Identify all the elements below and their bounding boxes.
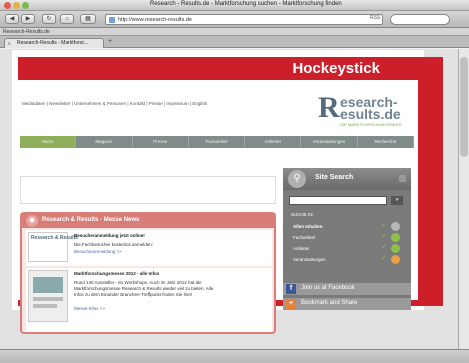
facebook-icon: f: [286, 284, 296, 294]
logo-line2: esults.de: [340, 106, 401, 122]
messe-news-box: ✺ Research & Results - Messe News Resear…: [20, 212, 276, 334]
news-headline[interactable]: Marktforschungsmesse 2012 - alle Infos: [74, 271, 159, 276]
news-link[interactable]: Besucheranmeldung >>: [74, 249, 122, 254]
option-dot-icon[interactable]: [391, 244, 400, 253]
back-button[interactable]: ◀: [5, 14, 19, 24]
title-bar: Research - Results.de - Marktforschung s…: [0, 0, 469, 11]
news-text-line: Infos zu dem Einander Branchen-Treffpunk…: [74, 292, 193, 297]
zoom-window-icon[interactable]: [22, 2, 29, 9]
tab-bar: x Research-Results - Marktforsc... +: [0, 36, 469, 48]
site-search-title: Site Search: [315, 174, 354, 181]
search-icon: ⚲: [288, 170, 306, 188]
option-dot-icon[interactable]: [391, 255, 400, 264]
close-tab-icon[interactable]: x: [8, 40, 11, 49]
close-window-icon[interactable]: [4, 2, 11, 9]
reload-button[interactable]: ↻: [42, 14, 56, 24]
home-button[interactable]: ⌂: [60, 14, 74, 24]
news-text-line: Marktforschungsmesse Research & Results …: [74, 286, 214, 291]
bookmarks-button[interactable]: ▦: [80, 14, 96, 24]
rss-icon[interactable]: RSS: [370, 15, 380, 21]
nav-anbieter[interactable]: Anbieter: [245, 136, 302, 148]
scrollbar-thumb[interactable]: [460, 57, 468, 157]
nav-home[interactable]: Home: [20, 136, 77, 148]
news-text-line: Rund 130 Aussteller - 81 Workshops. Auch…: [74, 280, 202, 285]
search-in-heading: SUCHE IN:: [291, 212, 314, 217]
new-tab-button[interactable]: +: [108, 38, 112, 45]
ad-box: [20, 176, 276, 204]
minimize-window-icon[interactable]: [13, 2, 20, 9]
collapse-icon[interactable]: [399, 175, 406, 182]
search-option-all[interactable]: Allen Inhalten: [293, 224, 323, 229]
check-icon: ✓: [381, 245, 387, 251]
nav-veranstaltungen[interactable]: Veranstaltungen: [301, 136, 358, 148]
favicon-icon: [109, 17, 115, 23]
site-search-input[interactable]: [289, 196, 387, 205]
banner-label: Hockeystick: [292, 60, 380, 77]
bookmark-share-button[interactable]: + Bookmark and Share: [283, 298, 411, 310]
browser-toolbar: ◀ ▶ ↻ ⌂ ▦ http://www.research-results.de…: [0, 11, 469, 28]
search-option-anbieter[interactable]: Anbieter: [293, 246, 310, 251]
logo-tagline: DIE MARKTFORSCHUNGSSEITE: [340, 122, 402, 127]
check-icon: ✓: [381, 223, 387, 229]
facebook-button[interactable]: f Join us at Facebook: [283, 283, 411, 295]
tab-label: Research-Results - Marktforsc...: [17, 40, 89, 46]
share-label: Bookmark and Share: [301, 300, 358, 306]
site-main-nav: Home Magazin Presse Fachartikel Anbieter…: [20, 136, 414, 148]
thumb-label: Research & Results: [31, 235, 78, 241]
option-dot-icon[interactable]: [391, 233, 400, 242]
facebook-label: Join us at Facebook: [301, 285, 355, 291]
site-search-go-button[interactable]: »: [391, 196, 403, 205]
check-icon: ✓: [381, 234, 387, 240]
news-thumb: [28, 270, 68, 322]
forward-button[interactable]: ▶: [21, 14, 35, 24]
news-title: Research & Results - Messe News: [42, 217, 140, 223]
news-item: Marktforschungsmesse 2012 - alle Infos R…: [26, 268, 272, 332]
news-item: Research & Results Besucheranmeldung jet…: [26, 230, 272, 266]
hockeystick-vertical-bar: [418, 57, 443, 301]
nav-magazin[interactable]: Magazin: [76, 136, 133, 148]
tab-research-results[interactable]: x Research-Results - Marktforsc...: [4, 38, 104, 48]
news-thumb: Research & Results: [28, 232, 78, 262]
site-logo[interactable]: R esearch- esults.de DIE MARKTFORSCHUNGS…: [318, 93, 413, 131]
url-text: http://www.research-results.de: [118, 17, 192, 23]
bookmark-item[interactable]: Research-Results.de: [3, 29, 50, 35]
logo-letter: R: [318, 91, 340, 124]
broadcast-icon: ✺: [26, 215, 38, 227]
status-bar: [0, 349, 469, 363]
browser-window: Research - Results.de - Marktforschung s…: [0, 0, 469, 363]
news-text: Die Fachbesucher kostenlos anmelden:: [74, 242, 154, 247]
nav-fachartikel[interactable]: Fachartikel: [189, 136, 246, 148]
vertical-scrollbar[interactable]: [458, 49, 469, 349]
nav-presse[interactable]: Presse: [133, 136, 189, 148]
news-link[interactable]: Messe-Infos >>: [74, 306, 105, 311]
hockeystick-banner: Hockeystick: [18, 57, 418, 80]
window-title: Research - Results.de - Marktforschung s…: [150, 1, 342, 7]
search-option-fachartikel[interactable]: Fachartikel: [293, 235, 315, 240]
site-top-links[interactable]: Mediadaten | Newsletter | Unternehmen & …: [22, 101, 207, 106]
news-header: ✺ Research & Results - Messe News: [22, 214, 274, 228]
search-option-veranstaltungen[interactable]: Veranstaltungen: [293, 257, 326, 262]
news-headline[interactable]: Besucheranmeldung jetzt online!: [74, 233, 145, 238]
nav-recherche[interactable]: Recherche: [358, 136, 414, 148]
address-bar[interactable]: http://www.research-results.de: [105, 14, 383, 25]
share-icon: +: [286, 299, 296, 309]
site-search-header: ⚲ Site Search: [283, 168, 411, 190]
search-field[interactable]: [390, 14, 450, 25]
check-icon: ✓: [381, 256, 387, 262]
option-dot-icon[interactable]: [391, 222, 400, 231]
bookmarks-bar: Research-Results.de: [0, 28, 469, 36]
